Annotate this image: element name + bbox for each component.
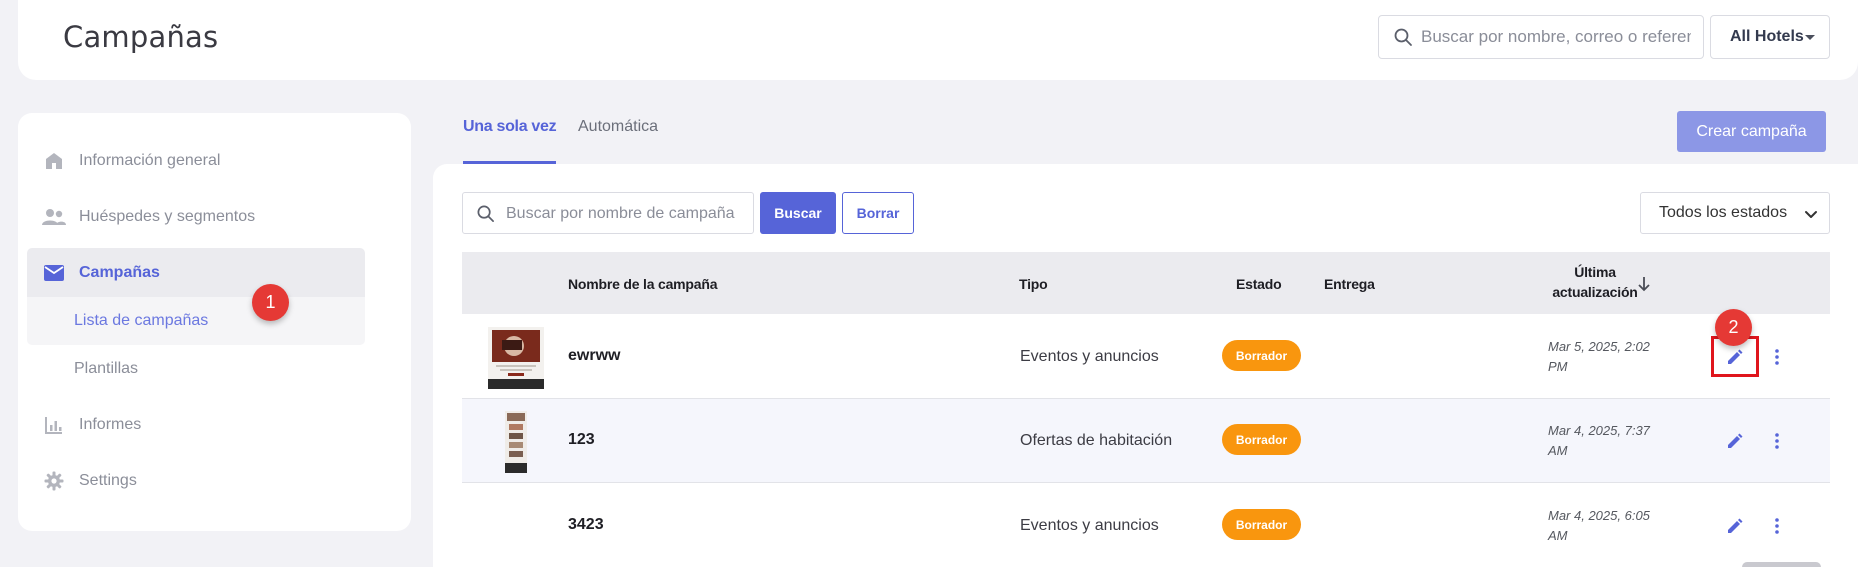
sidebar-item-label: Campañas: [79, 263, 160, 281]
column-header-name: Nombre de la campaña: [568, 276, 718, 292]
campaign-thumbnail: [505, 411, 527, 473]
sidebar-item-settings[interactable]: Settings: [27, 456, 365, 506]
status-badge: Borrador: [1222, 509, 1301, 540]
campaign-thumbnail: [488, 327, 544, 389]
step-marker-1: 1: [252, 284, 289, 321]
global-search-box[interactable]: [1378, 15, 1704, 59]
sidebar-subitem-campaign-list[interactable]: Lista de campañas: [27, 297, 365, 345]
people-icon: [41, 204, 67, 230]
status-badge: Borrador: [1222, 340, 1301, 371]
date-line: AM: [1548, 528, 1568, 543]
sidebar-item-general-info[interactable]: Información general: [27, 136, 365, 186]
edit-button[interactable]: [1722, 513, 1748, 539]
more-options-button[interactable]: [1767, 513, 1787, 539]
step-marker-2: 2: [1715, 309, 1752, 346]
campaign-name[interactable]: ewrww: [568, 347, 620, 365]
last-updated-date: Mar 4, 2025, 6:05 AM: [1548, 506, 1658, 546]
date-line: Mar 4, 2025, 7:37: [1548, 423, 1650, 438]
sidebar-item-label: Settings: [79, 472, 137, 489]
pencil-icon: [1728, 518, 1743, 533]
pencil-icon: [1728, 433, 1743, 448]
clear-button[interactable]: Borrar: [842, 192, 914, 234]
last-updated-date: Mar 4, 2025, 7:37 AM: [1548, 421, 1658, 461]
status-badge: Borrador: [1222, 424, 1301, 455]
mail-icon: [41, 260, 67, 286]
sidebar-item-campaigns[interactable]: Campañas: [27, 248, 365, 297]
bar-chart-icon: [41, 412, 67, 438]
campaign-name[interactable]: 3423: [568, 516, 604, 534]
sidebar-subitem-templates[interactable]: Plantillas: [27, 345, 365, 393]
status-filter-select[interactable]: Todos los estados: [1640, 192, 1830, 234]
search-button[interactable]: Buscar: [760, 192, 836, 234]
campaign-type: Ofertas de habitación: [1020, 432, 1173, 449]
tab-automatic[interactable]: Automática: [578, 118, 658, 136]
page-title: Campañas: [63, 20, 219, 54]
campaign-type: Eventos y anuncios: [1020, 517, 1159, 534]
chevron-down-icon: [1805, 211, 1817, 218]
hotel-selector[interactable]: All Hotels: [1710, 15, 1830, 59]
gear-icon: [41, 468, 67, 494]
date-line: Mar 4, 2025, 6:05: [1548, 508, 1650, 523]
table-header: Nombre de la campaña Tipo Estado Entrega…: [462, 252, 1830, 314]
status-filter-label: Todos los estados: [1659, 204, 1788, 221]
column-header-status: Estado: [1236, 276, 1282, 292]
more-vertical-icon: [1775, 518, 1779, 534]
more-vertical-icon: [1775, 433, 1779, 449]
hotel-selector-label: All Hotels: [1730, 28, 1804, 45]
tab-one-time[interactable]: Una sola vez: [463, 118, 557, 136]
campaign-search-box[interactable]: [462, 192, 754, 234]
sort-down-icon[interactable]: [1637, 276, 1651, 292]
column-header-line: Última: [1574, 264, 1616, 280]
table-row[interactable]: ewrww Eventos y anuncios Borrador Mar 5,…: [462, 315, 1830, 399]
search-icon: [1394, 28, 1412, 46]
date-line: Mar 5, 2025, 2:02: [1548, 339, 1650, 354]
edit-button[interactable]: [1722, 428, 1748, 454]
campaign-search-input[interactable]: [506, 203, 742, 225]
campaign-name[interactable]: 123: [568, 431, 595, 449]
column-header-line: actualización: [1552, 284, 1638, 300]
campaign-type: Eventos y anuncios: [1020, 348, 1159, 365]
table-row[interactable]: 3423 Eventos y anuncios Borrador Mar 4, …: [462, 484, 1830, 567]
date-line: PM: [1548, 359, 1568, 374]
more-options-button[interactable]: [1767, 344, 1787, 370]
sidebar-item-label: Informes: [79, 416, 142, 433]
global-search-input[interactable]: [1421, 26, 1691, 48]
table-row[interactable]: 123 Ofertas de habitación Borrador Mar 4…: [462, 399, 1830, 483]
more-vertical-icon: [1775, 349, 1779, 365]
column-header-delivery: Entrega: [1324, 276, 1375, 292]
column-header-last-updated[interactable]: Última actualización: [1542, 262, 1648, 302]
date-line: AM: [1548, 443, 1568, 458]
last-updated-date: Mar 5, 2025, 2:02 PM: [1548, 337, 1658, 377]
sidebar-item-reports[interactable]: Informes: [27, 400, 365, 450]
search-icon: [477, 205, 494, 222]
more-options-button[interactable]: [1767, 428, 1787, 454]
column-header-type: Tipo: [1019, 276, 1048, 292]
sidebar-item-label: Información general: [79, 152, 221, 169]
create-campaign-button[interactable]: Crear campaña: [1677, 111, 1826, 152]
sidebar-item-label: Huéspedes y segmentos: [79, 208, 256, 225]
sidebar-item-guests-segments[interactable]: Huéspedes y segmentos: [27, 192, 365, 242]
caret-down-icon: [1805, 35, 1815, 40]
home-icon: [41, 148, 67, 174]
scrollbar-thumb[interactable]: [1742, 562, 1821, 567]
